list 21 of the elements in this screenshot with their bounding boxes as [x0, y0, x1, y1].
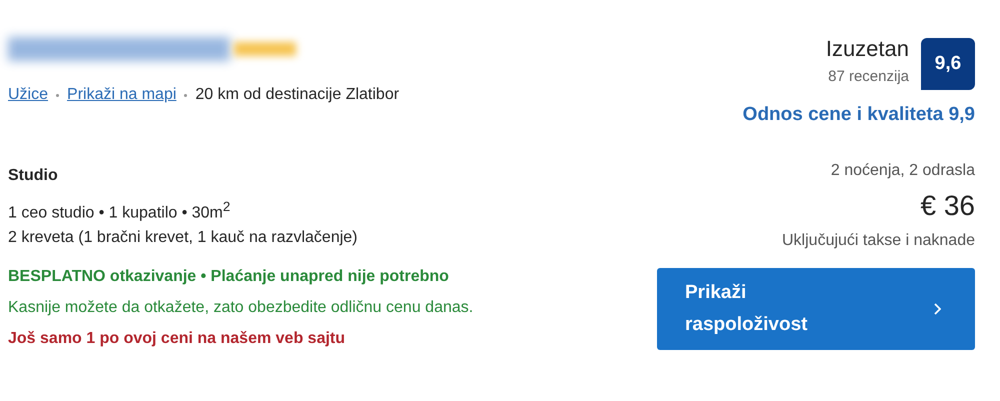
taxes-note: Uključujući takse i naknade	[782, 232, 975, 250]
cancellation-headline: BESPLATNO otkazivanje • Plaćanje unapred nije potrebno	[8, 267, 450, 287]
price: € 36	[920, 190, 975, 222]
distance-text: 20 km od destinacije Zlatibor	[195, 86, 400, 104]
room-details: 1 ceo studio • 1 kupatilo • 30m$^{2}$	[8, 198, 232, 222]
availability-button[interactable]: Prikaži raspoloživost	[657, 268, 975, 350]
map-link[interactable]: Prikaži na mapi	[67, 86, 176, 104]
stay-summary: 2 noćenja, 2 odrasla	[830, 162, 975, 180]
value-for-money: Odnos cene i kvaliteta 9,9	[742, 104, 975, 126]
scarcity-text: Još samo 1 po ovoj ceni na našem veb sajtu	[8, 329, 346, 349]
chevron-right-icon	[933, 303, 941, 315]
blurred-stars	[234, 42, 296, 56]
room-name: Studio	[8, 166, 59, 186]
bed-details: 2 kreveta (1 bračni krevet, 1 kauč na razvlačenje)	[8, 228, 358, 248]
city-link[interactable]: Užice	[8, 86, 48, 104]
review-count: 87 recenzija	[827, 68, 909, 85]
separator-dot-icon	[56, 94, 60, 96]
cancellation-note: Kasnije možete da otkažete, zato obezbedite odličnu cenu danas.	[8, 298, 474, 318]
rating-label: Izuzetan	[826, 36, 909, 62]
separator-dot-icon	[184, 94, 188, 96]
score-badge: 9,6	[921, 38, 975, 90]
